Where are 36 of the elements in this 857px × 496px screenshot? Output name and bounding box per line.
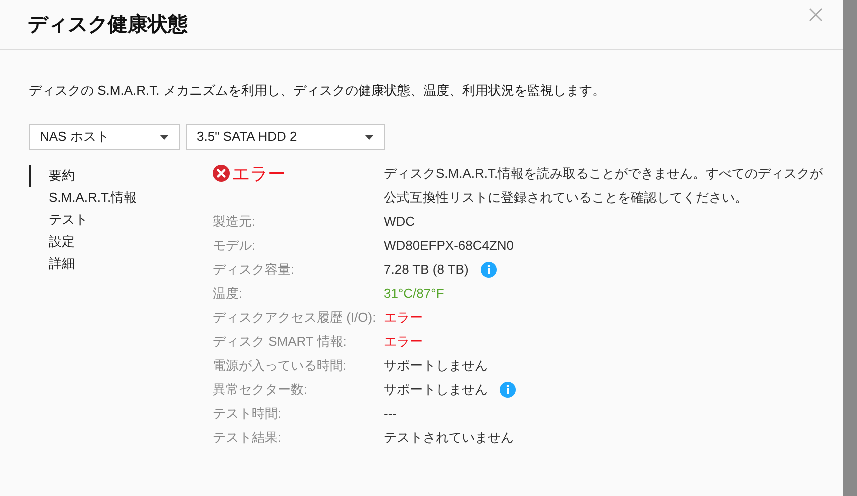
nav-item[interactable]: S.M.A.R.T.情報 — [29, 187, 213, 209]
close-button[interactable] — [809, 8, 823, 22]
detail-label: モデル: — [213, 237, 257, 256]
detail-label: ディスク容量: — [213, 261, 296, 280]
nav-item[interactable]: 詳細 — [29, 253, 213, 275]
detail-value: サポートしません — [384, 357, 488, 376]
status-message: ディスクS.M.A.R.T.情報を読み取ることができません。すべてのディスクが公式互換性リストに登録されていることを確認してください。 — [384, 165, 824, 207]
detail-label: テスト時間: — [213, 405, 283, 424]
detail-value: 31°C/87°F — [384, 285, 444, 304]
detail-value: WD80EFPX-68C4ZN0 — [384, 237, 514, 256]
info-icon[interactable] — [500, 382, 516, 398]
nav-item[interactable]: 設定 — [29, 231, 213, 253]
close-icon — [809, 8, 823, 22]
detail-label: ディスク SMART 情報: — [213, 333, 348, 352]
description-text: ディスクの S.M.A.R.T. メカニズムを利用し、ディスクの健康状態、温度、利用状況を監視します。 — [29, 82, 606, 100]
info-icon[interactable] — [480, 262, 497, 278]
detail-label: テスト結果: — [213, 429, 283, 448]
detail-value: エラー — [384, 309, 423, 328]
detail-value: --- — [384, 405, 397, 424]
detail-label: 温度: — [213, 285, 244, 304]
detail-value: 7.28 TB (8 TB) — [384, 261, 469, 280]
detail-label: 製造元: — [213, 213, 257, 232]
caret-icon — [365, 134, 374, 140]
detail-value: テストされていません — [384, 429, 514, 448]
detail-label: 電源が入っている時間: — [213, 357, 348, 376]
nav-item[interactable]: テスト — [29, 209, 213, 231]
detail-value: サポートしません — [384, 381, 488, 400]
detail-label: 異常セクター数: — [213, 381, 309, 400]
detail-value: エラー — [384, 333, 423, 352]
dropdown[interactable]: 3.5" SATA HDD 2 — [186, 124, 385, 150]
dialog-title: ディスク健康状態 — [28, 12, 188, 38]
status-label: エラー — [232, 165, 286, 183]
detail-label: ディスクアクセス履歴 (I/O): — [213, 309, 378, 328]
dropdown[interactable]: NAS ホスト — [29, 124, 180, 150]
detail-value: WDC — [384, 213, 416, 232]
caret-icon — [160, 134, 169, 140]
